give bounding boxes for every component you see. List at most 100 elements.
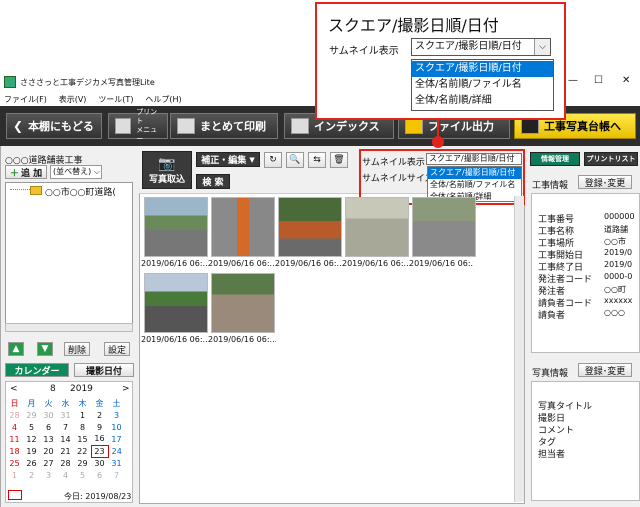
calendar-day[interactable]: 25 xyxy=(6,457,23,469)
print-menu-label: プリント メニュー xyxy=(136,108,158,143)
calendar-next-button[interactable]: > xyxy=(122,384,130,394)
calendar-day[interactable]: 21 xyxy=(57,445,74,457)
sort-select[interactable]: (並べ替え) ⌵ xyxy=(50,165,102,179)
calendar-day[interactable]: 9 xyxy=(91,421,108,433)
calendar-day[interactable]: 5 xyxy=(74,469,91,481)
close-button[interactable]: ✕ xyxy=(622,75,630,86)
calendar-day[interactable]: 22 xyxy=(74,445,91,457)
project-field-label: 請負者 xyxy=(538,311,566,321)
calendar-day[interactable]: 31 xyxy=(108,457,125,469)
calendar-day[interactable]: 18 xyxy=(6,445,23,457)
calendar-day[interactable]: 19 xyxy=(23,445,40,457)
calendar-day[interactable]: 1 xyxy=(74,409,91,421)
menu-help[interactable]: ヘルプ(H) xyxy=(145,95,181,104)
calendar-day[interactable]: 8 xyxy=(74,421,91,433)
calendar-day[interactable]: 6 xyxy=(91,469,108,481)
tab-shoot-date[interactable]: 撮影日付 xyxy=(74,363,134,377)
calendar-day[interactable]: 17 xyxy=(108,433,125,445)
calendar-day[interactable]: 5 xyxy=(23,421,40,433)
photo-thumb-3[interactable] xyxy=(278,197,342,257)
photo-register-button[interactable]: 登録･変更 xyxy=(578,363,632,377)
calendar-day[interactable]: 4 xyxy=(6,421,23,433)
calendar-day[interactable]: 3 xyxy=(40,469,57,481)
photo-thumb-6[interactable] xyxy=(144,273,208,333)
calendar-day[interactable]: 15 xyxy=(74,433,91,445)
back-to-shelf-button[interactable]: ❮ 本棚にもどる xyxy=(6,113,102,139)
callout-option-full-detail[interactable]: 全体/名前順/詳細 xyxy=(412,93,553,109)
calendar-day[interactable]: 6 xyxy=(40,421,57,433)
project-field-row: 請負者 ○○○ xyxy=(538,308,640,321)
correct-edit-button[interactable]: 補正・編集 ▼ xyxy=(196,152,260,167)
swap-icon[interactable]: ⇆ xyxy=(308,152,326,168)
tree-scrollbar[interactable] xyxy=(5,323,133,332)
calendar-day[interactable]: 7 xyxy=(108,469,125,481)
move-up-button[interactable]: ▲ xyxy=(8,342,24,356)
photo-thumb-4[interactable] xyxy=(345,197,409,257)
tree-item[interactable]: ○○市○○町道路( xyxy=(45,185,116,198)
photo-thumb-1[interactable] xyxy=(144,197,208,257)
calendar-day[interactable]: 28 xyxy=(6,409,23,421)
project-field-row: 発注者コード 0000-0 xyxy=(538,272,640,285)
calendar-day[interactable]: 16 xyxy=(91,433,108,445)
calendar-day[interactable]: 29 xyxy=(23,409,40,421)
menu-file[interactable]: ファイル(F) xyxy=(4,95,47,104)
calendar-day[interactable]: 27 xyxy=(40,457,57,469)
project-field-row: 工事開始日 2019/0 xyxy=(538,248,640,261)
calendar-day[interactable]: 2 xyxy=(91,409,108,421)
calendar-day[interactable]: 20 xyxy=(40,445,57,457)
calendar-day[interactable]: 14 xyxy=(57,433,74,445)
project-field-value: 道路舗 xyxy=(604,225,628,234)
calendar-day[interactable]: 10 xyxy=(108,421,125,433)
calendar-day[interactable]: 30 xyxy=(91,457,108,469)
calendar-day[interactable]: 26 xyxy=(23,457,40,469)
photo-thumb-5[interactable] xyxy=(412,197,476,257)
callout-select[interactable]: スクエア/撮影日順/日付 ⌵ xyxy=(411,38,551,56)
print-menu-button[interactable]: プリント メニュー xyxy=(108,108,168,143)
zoom-icon[interactable]: 🔍 xyxy=(286,152,304,168)
photo-thumb-2[interactable] xyxy=(211,197,275,257)
tab-info-management[interactable]: 情報管理 xyxy=(530,152,580,166)
trash-icon[interactable]: 🗑 xyxy=(330,152,348,168)
batch-print-button[interactable]: まとめて印刷 xyxy=(170,113,278,139)
project-field-value: 000000 xyxy=(604,212,635,221)
menu-view[interactable]: 表示(V) xyxy=(59,95,87,104)
add-button[interactable]: ＋ 追 加 xyxy=(5,165,47,179)
photo-caption: 2019/06/16 06:... xyxy=(208,335,276,344)
calendar-prev-button[interactable]: < xyxy=(10,384,18,394)
calendar-day[interactable]: 31 xyxy=(57,409,74,421)
calendar-day[interactable]: 12 xyxy=(23,433,40,445)
callout-option-full-filename[interactable]: 全体/名前順/ファイル名 xyxy=(412,77,553,93)
calendar-year: 2019 xyxy=(70,384,93,394)
calendar-day[interactable]: 13 xyxy=(40,433,57,445)
callout-pointer-dot xyxy=(432,136,444,148)
photo-scrollbar[interactable] xyxy=(514,196,524,502)
tab-calendar[interactable]: カレンダー xyxy=(5,363,69,377)
minimize-button[interactable]: — xyxy=(568,75,578,86)
photo-thumb-7[interactable] xyxy=(211,273,275,333)
calendar-day[interactable]: 11 xyxy=(6,433,23,445)
settings-button[interactable]: 設定 xyxy=(104,342,130,356)
project-register-button[interactable]: 登録･変更 xyxy=(578,175,632,189)
calendar-day[interactable]: 3 xyxy=(108,409,125,421)
delete-button[interactable]: 削除 xyxy=(64,342,90,356)
plus-icon: ＋ xyxy=(9,168,19,179)
search-button[interactable]: 検 索 xyxy=(196,174,230,189)
rotate-icon[interactable]: ↻ xyxy=(264,152,282,168)
calendar-day[interactable]: 28 xyxy=(57,457,74,469)
calendar-day[interactable]: 2 xyxy=(23,469,40,481)
maximize-button[interactable]: ☐ xyxy=(594,75,603,86)
menu-tools[interactable]: ツール(T) xyxy=(98,95,133,104)
callout-option-square[interactable]: スクエア/撮影日順/日付 xyxy=(412,61,553,77)
calendar-day[interactable]: 24 xyxy=(108,445,125,457)
calendar-day[interactable]: 1 xyxy=(6,469,23,481)
project-info-heading: 工事情報 xyxy=(532,181,569,191)
calendar-day[interactable]: 7 xyxy=(57,421,74,433)
calendar-day[interactable]: 29 xyxy=(74,457,91,469)
calendar-day[interactable]: 4 xyxy=(57,469,74,481)
calendar-day[interactable]: 23 xyxy=(90,444,109,458)
move-down-button[interactable]: ▼ xyxy=(37,342,53,356)
calendar-day[interactable]: 30 xyxy=(40,409,57,421)
chevron-down-icon[interactable]: ⌵ xyxy=(534,39,550,55)
import-photos-button[interactable]: 📷 写真取込 xyxy=(142,151,192,189)
tab-print-list[interactable]: プリントリスト xyxy=(584,152,638,166)
